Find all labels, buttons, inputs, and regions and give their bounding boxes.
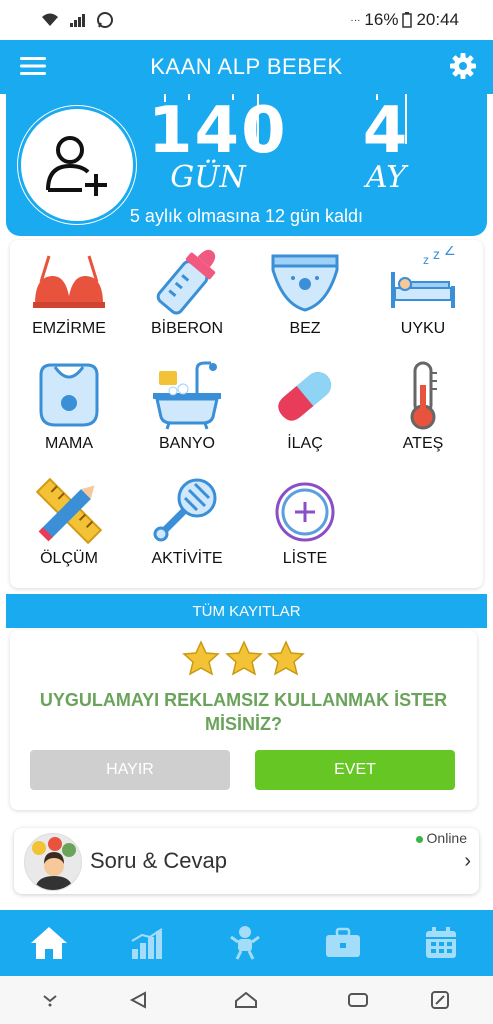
category-olcum[interactable]: ÖLÇÜM	[10, 472, 128, 587]
battery-icon	[402, 12, 413, 28]
signal-icon	[70, 14, 85, 27]
tab-stats[interactable]	[98, 910, 196, 976]
battery-level: 16%	[364, 10, 399, 29]
tab-kit[interactable]	[294, 910, 392, 976]
category-aktivite[interactable]: AKTİVİTE	[128, 472, 246, 587]
all-records-button[interactable]: TÜM KAYITLAR	[6, 594, 487, 628]
expand-arrows-icon	[431, 991, 449, 1009]
app-title: KAAN ALP BEBEK	[150, 54, 343, 79]
more-dots-icon: ···	[350, 14, 361, 26]
category-label: ATEŞ	[402, 435, 444, 452]
clock: 20:44	[416, 10, 459, 29]
category-label: BEZ	[289, 320, 321, 337]
star-icon	[267, 640, 305, 676]
thermometer-icon	[410, 361, 437, 430]
back-triangle-icon	[129, 991, 146, 1009]
baby-bottle-icon	[156, 249, 216, 315]
category-label: LİSTE	[282, 550, 328, 567]
category-biberon[interactable]: BİBERON	[128, 242, 246, 357]
category-banyo[interactable]: BANYO	[128, 357, 246, 472]
tab-baby[interactable]	[196, 910, 294, 976]
days-counter: 140 GÜN	[148, 94, 288, 195]
category-liste[interactable]: LİSTE	[246, 472, 364, 587]
category-mama[interactable]: MAMA	[10, 357, 128, 472]
expand-button[interactable]	[426, 988, 454, 1012]
status-left	[40, 11, 114, 29]
category-label: MAMA	[45, 435, 93, 452]
recent-apps-button[interactable]	[344, 988, 372, 1012]
diaper-icon	[271, 254, 339, 312]
calendar-icon	[426, 927, 456, 958]
all-records-label: TÜM KAYITLAR	[192, 602, 301, 620]
expert-avatar-icon	[32, 837, 76, 890]
rating-stars	[10, 640, 477, 681]
tab-calendar[interactable]	[392, 910, 490, 976]
ruler-pencil-icon	[35, 477, 103, 545]
whatsapp-icon	[97, 12, 113, 28]
ad-free-question: UYGULAMAYI REKLAMSIZ KULLANMAK İSTER MİS…	[39, 690, 448, 734]
qa-card[interactable]: Soru & Cevap Online ›	[14, 828, 479, 894]
yes-button[interactable]: EVET	[255, 750, 455, 790]
star-icon	[224, 640, 263, 676]
category-grid: EMZİRME BİBERON BEZ z z Z UYKU MAMA BANY…	[10, 240, 483, 588]
online-label: Online	[426, 830, 467, 846]
star-icon	[182, 640, 220, 676]
recent-apps-icon	[348, 993, 368, 1007]
svg-text:z: z	[423, 253, 429, 267]
home-button[interactable]	[232, 988, 260, 1012]
age-header: 140 GÜN 4 AY 5 aylık olmasına 12 gün kal…	[6, 94, 487, 236]
tab-home[interactable]	[0, 910, 98, 976]
svg-text:z: z	[433, 246, 440, 262]
pill-icon	[278, 372, 332, 421]
category-label: ÖLÇÜM	[40, 550, 98, 567]
chevron-right-icon: ›	[464, 850, 471, 872]
category-uyku[interactable]: z z Z UYKU	[364, 242, 482, 357]
category-label: İLAÇ	[287, 435, 323, 452]
category-label: EMZİRME	[32, 320, 106, 337]
bib-icon	[39, 363, 99, 427]
category-label: BANYO	[158, 435, 215, 452]
no-button[interactable]: HAYIR	[30, 750, 230, 790]
category-label: UYKU	[400, 320, 446, 337]
bra-icon	[33, 255, 105, 308]
bottom-tab-bar	[0, 910, 493, 976]
app-bar: KAAN ALP BEBEK	[0, 40, 493, 94]
add-user-icon	[46, 136, 107, 196]
category-bez[interactable]: BEZ	[246, 242, 364, 357]
months-counter: 4 AY	[346, 94, 426, 195]
online-status: Online	[415, 830, 467, 846]
bed-sleep-icon: z z Z	[391, 246, 455, 308]
online-dot-icon	[415, 835, 423, 843]
home-icon	[31, 927, 67, 959]
category-label: BİBERON	[150, 320, 223, 337]
age-subtitle: 5 aylık olmasına 12 gün kaldı	[129, 206, 364, 226]
category-ilac[interactable]: İLAÇ	[246, 357, 364, 472]
category-emzirme[interactable]: EMZİRME	[10, 242, 128, 357]
ad-free-prompt: UYGULAMAYI REKLAMSIZ KULLANMAK İSTER MİS…	[10, 630, 477, 810]
category-label: AKTİVİTE	[151, 550, 223, 567]
add-circle-icon	[275, 482, 335, 542]
status-bar: ··· 16% 20:44	[0, 0, 493, 40]
baby-icon	[230, 926, 260, 960]
category-ates[interactable]: ATEŞ	[364, 357, 482, 472]
gear-icon[interactable]	[449, 52, 477, 80]
days-value: 140	[148, 94, 288, 168]
rattle-icon	[153, 478, 217, 542]
status-right: ··· 16% 20:44	[350, 10, 459, 30]
stats-chart-icon	[131, 928, 163, 959]
months-unit: AY	[365, 160, 407, 195]
home-outline-icon	[235, 991, 257, 1008]
briefcase-icon	[326, 927, 360, 957]
expert-avatar	[24, 833, 82, 891]
wifi-icon	[42, 13, 58, 26]
svg-text:Z: Z	[445, 246, 455, 259]
hamburger-menu-icon[interactable]	[20, 55, 46, 77]
system-nav-bar	[0, 976, 493, 1024]
back-button[interactable]	[124, 988, 152, 1012]
chevron-down-dot-icon	[43, 995, 57, 1007]
bathtub-icon	[153, 361, 221, 430]
months-value: 4	[362, 94, 410, 168]
qa-title: Soru & Cevap	[90, 848, 227, 873]
collapse-keyboard-button[interactable]	[36, 988, 64, 1012]
